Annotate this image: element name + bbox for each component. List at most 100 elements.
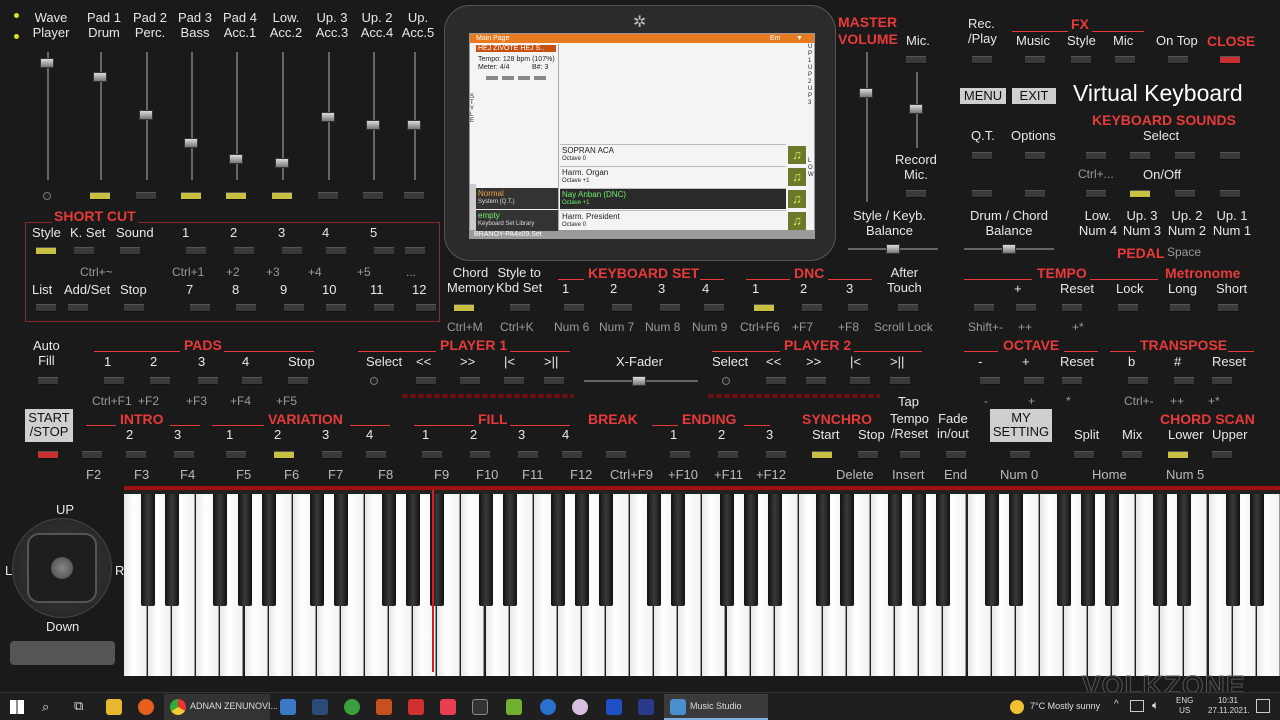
- intro-1-button[interactable]: [82, 451, 102, 459]
- mic-button[interactable]: [906, 56, 926, 64]
- windows-start-icon[interactable]: [10, 700, 24, 714]
- black-key-11[interactable]: [406, 494, 421, 606]
- fx-style-button[interactable]: [1071, 56, 1091, 64]
- black-key-29[interactable]: [840, 494, 854, 606]
- black-key-17[interactable]: [550, 494, 565, 606]
- display-dropdown-icon[interactable]: ▼: [796, 35, 803, 42]
- display-sound-row-2[interactable]: Nay Anban (DNC) Octave +1: [560, 188, 786, 209]
- black-key-14[interactable]: [478, 494, 493, 606]
- steam-icon[interactable]: [312, 699, 328, 715]
- transpose-button-1[interactable]: [1174, 377, 1194, 385]
- player2-button-3[interactable]: [850, 377, 870, 385]
- shortcut-row2-button-4[interactable]: [236, 304, 256, 312]
- app-icon-2[interactable]: [376, 699, 392, 715]
- search-icon[interactable]: ⌕: [42, 699, 49, 715]
- row4-button-5[interactable]: [366, 451, 386, 459]
- shortcut-row2-button-2[interactable]: [124, 304, 144, 312]
- shortcut-row1-button-extra[interactable]: [405, 247, 425, 255]
- player2-button-0[interactable]: [722, 377, 730, 385]
- shortcut-row2-button-1[interactable]: [68, 304, 88, 312]
- file-explorer-icon[interactable]: [106, 699, 122, 715]
- master-volume-fader[interactable]: [859, 88, 873, 98]
- row4-button-16[interactable]: [900, 451, 920, 459]
- mixer-channel-fader-2[interactable]: [139, 110, 153, 120]
- mixer-channel-button-3[interactable]: [181, 192, 201, 200]
- shortcut-row2-button-7[interactable]: [374, 304, 394, 312]
- row4-button-17[interactable]: [946, 451, 966, 459]
- select-up2-button[interactable]: [1175, 152, 1195, 160]
- onoff-low-button[interactable]: [1086, 190, 1106, 198]
- pads-button-1[interactable]: [150, 377, 170, 385]
- xfader-knob[interactable]: [632, 376, 646, 386]
- transpose-button-0[interactable]: [1128, 377, 1148, 385]
- row4-button-0[interactable]: [126, 451, 146, 459]
- black-key-10[interactable]: [382, 494, 397, 606]
- shortcut-row1-button-2[interactable]: [120, 247, 140, 255]
- black-key-18[interactable]: [574, 494, 589, 606]
- black-key-24[interactable]: [719, 494, 734, 606]
- black-key-32[interactable]: [912, 494, 927, 606]
- transpose-button-2[interactable]: [1212, 377, 1232, 385]
- mid-row-button-7[interactable]: [802, 304, 822, 312]
- onoff-up2-button[interactable]: [1175, 190, 1195, 198]
- player2-button-1[interactable]: [766, 377, 786, 385]
- mid-row-button-10[interactable]: [974, 304, 994, 312]
- mid-row-button-6[interactable]: [754, 304, 774, 312]
- start-stop-button[interactable]: [38, 451, 58, 459]
- display-screen[interactable]: Main Page Em HEJ ZIVOTE HEJ S.. Tempo: 1…: [469, 33, 815, 239]
- clock[interactable]: 10:31 27.11.2021.: [1208, 696, 1250, 716]
- row4-button-22[interactable]: [1212, 451, 1232, 459]
- rec-play-button[interactable]: [972, 56, 992, 64]
- shortcut-row1-button-7[interactable]: [374, 247, 394, 255]
- shortcut-row1-button-4[interactable]: [234, 247, 254, 255]
- black-key-42[interactable]: [1153, 494, 1168, 606]
- row4-button-12[interactable]: [718, 451, 738, 459]
- app-icon-6[interactable]: [572, 699, 588, 715]
- nvidia-icon[interactable]: [506, 699, 522, 715]
- row4-button-3[interactable]: [274, 451, 294, 459]
- mid-row-button-1[interactable]: [510, 304, 530, 312]
- weather-text[interactable]: 7°C Mostly sunny: [1030, 701, 1100, 711]
- row4-button-10[interactable]: [606, 451, 626, 459]
- row4-button-8[interactable]: [518, 451, 538, 459]
- row4-button-11[interactable]: [670, 451, 690, 459]
- player1-button-0[interactable]: [370, 377, 378, 385]
- display-music-note-icon-2[interactable]: ♫: [788, 190, 806, 208]
- black-key-43[interactable]: [1177, 494, 1192, 606]
- row4-button-2[interactable]: [226, 451, 246, 459]
- player1-button-4[interactable]: [544, 377, 564, 385]
- black-key-33[interactable]: [936, 494, 951, 606]
- player2-button-4[interactable]: [890, 377, 910, 385]
- display-sound-row-3[interactable]: Harm. President Octave 0: [560, 210, 786, 231]
- black-key-45[interactable]: [1225, 494, 1240, 606]
- pads-button-3[interactable]: [242, 377, 262, 385]
- task-view-icon[interactable]: ⧉: [74, 698, 83, 714]
- drum-chord-balance-knob[interactable]: [1002, 244, 1016, 254]
- black-key-25[interactable]: [743, 494, 758, 606]
- black-key-28[interactable]: [815, 494, 830, 606]
- mixer-channel-fader-5[interactable]: [275, 158, 289, 168]
- mixer-channel-button-1[interactable]: [90, 192, 110, 200]
- black-key-1[interactable]: [165, 494, 180, 606]
- shortcut-row1-button-6[interactable]: [326, 247, 346, 255]
- mid-row-button-4[interactable]: [660, 304, 680, 312]
- mixer-channel-button-7[interactable]: [363, 192, 383, 200]
- row4-button-21[interactable]: [1168, 451, 1188, 459]
- black-key-7[interactable]: [309, 494, 324, 606]
- black-key-15[interactable]: [502, 494, 517, 606]
- select-up1-button[interactable]: [1220, 152, 1240, 160]
- style-keyb-balance-knob[interactable]: [886, 244, 900, 254]
- mixer-channel-fader-3[interactable]: [184, 138, 198, 148]
- shortcut-row1-button-1[interactable]: [74, 247, 94, 255]
- app-icon-4[interactable]: [440, 699, 456, 715]
- network-icon[interactable]: [1130, 700, 1144, 712]
- close-button[interactable]: [1220, 56, 1240, 64]
- menu-button[interactable]: MENU: [960, 88, 1006, 104]
- onoff-up1-button[interactable]: [1220, 190, 1240, 198]
- black-key-38[interactable]: [1056, 494, 1071, 606]
- pads-button-2[interactable]: [198, 377, 218, 385]
- black-key-40[interactable]: [1105, 494, 1120, 606]
- row4-button-6[interactable]: [422, 451, 442, 459]
- black-key-39[interactable]: [1081, 494, 1095, 606]
- black-key-5[interactable]: [261, 494, 276, 606]
